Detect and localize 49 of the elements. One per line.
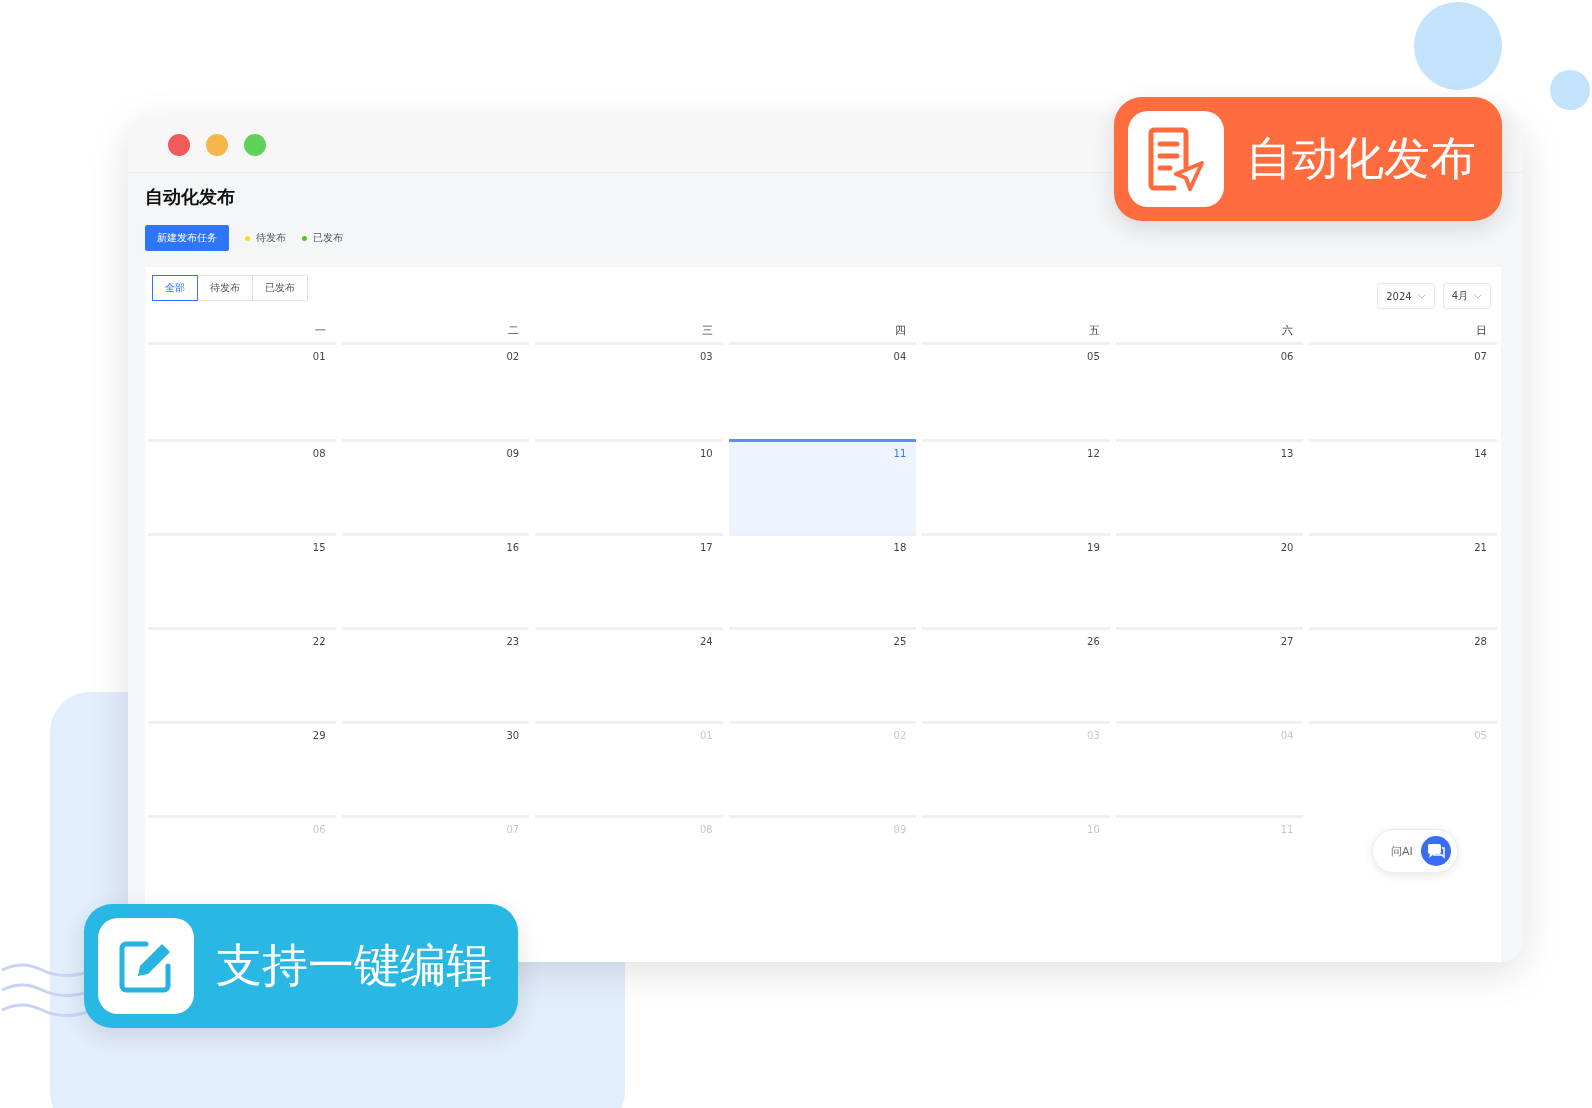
calendar-day[interactable]: 27 (1115, 627, 1304, 721)
weekday-header: 六 (1115, 323, 1304, 345)
weekday-header: 四 (728, 323, 917, 345)
weekday-header: 二 (341, 323, 530, 345)
calendar-day[interactable]: 07 (1309, 345, 1497, 439)
filter-tab[interactable]: 全部 (152, 275, 198, 301)
calendar-day[interactable]: 22 (148, 627, 336, 721)
calendar-day[interactable]: 10 (535, 439, 723, 533)
weekday-header: 一 (148, 323, 336, 345)
calendar-day[interactable]: 20 (1115, 533, 1304, 627)
calendar-day[interactable]: 30 (341, 721, 530, 815)
calendar-day[interactable]: 08 (148, 439, 336, 533)
calendar-day[interactable]: 29 (148, 721, 336, 815)
dropdown[interactable]: 4月 (1442, 283, 1491, 309)
calendar-day[interactable]: 04 (728, 345, 917, 439)
calendar-day[interactable]: 09 (341, 439, 530, 533)
calendar-day[interactable]: 13 (1115, 439, 1304, 533)
calendar-day[interactable]: 03 (535, 345, 723, 439)
calendar-day[interactable]: 28 (1309, 627, 1497, 721)
badge-title: 自动化发布 (1246, 130, 1476, 187)
calendar-day[interactable]: 12 (922, 439, 1110, 533)
ask-ai-button[interactable]: 问AI (1372, 829, 1458, 873)
legend-label: 已发布 (313, 231, 343, 245)
calendar-day[interactable]: 11 (728, 439, 917, 533)
calendar-day[interactable]: 21 (1309, 533, 1497, 627)
calendar-day[interactable]: 18 (728, 533, 917, 627)
filter-tab[interactable]: 已发布 (252, 275, 308, 301)
legend-label: 待发布 (256, 231, 286, 245)
weekday-header: 五 (922, 323, 1110, 345)
calendar-day[interactable]: 01 (148, 345, 336, 439)
calendar-day[interactable]: 06 (1115, 345, 1304, 439)
calendar-day[interactable]: 24 (535, 627, 723, 721)
weekday-header: 日 (1309, 323, 1497, 345)
calendar-day[interactable]: 15 (148, 533, 336, 627)
calendar-day[interactable]: 25 (728, 627, 917, 721)
calendar-day[interactable]: 26 (922, 627, 1110, 721)
weekday-header: 三 (535, 323, 723, 345)
calendar-day[interactable]: 05 (922, 345, 1110, 439)
new-task-button[interactable]: 新建发布任务 (145, 225, 229, 251)
calendar-day[interactable]: 16 (341, 533, 530, 627)
calendar-day[interactable]: 17 (535, 533, 723, 627)
page-title: 自动化发布 (145, 185, 236, 209)
badge-title: 支持一键编辑 (216, 937, 492, 994)
calendar-day[interactable]: 02 (341, 345, 530, 439)
dropdown[interactable]: 2024 (1377, 283, 1435, 309)
calendar-day[interactable]: 14 (1309, 439, 1497, 533)
filter-tab[interactable]: 待发布 (197, 275, 253, 301)
calendar-day[interactable]: 19 (922, 533, 1110, 627)
calendar-day[interactable]: 23 (341, 627, 530, 721)
